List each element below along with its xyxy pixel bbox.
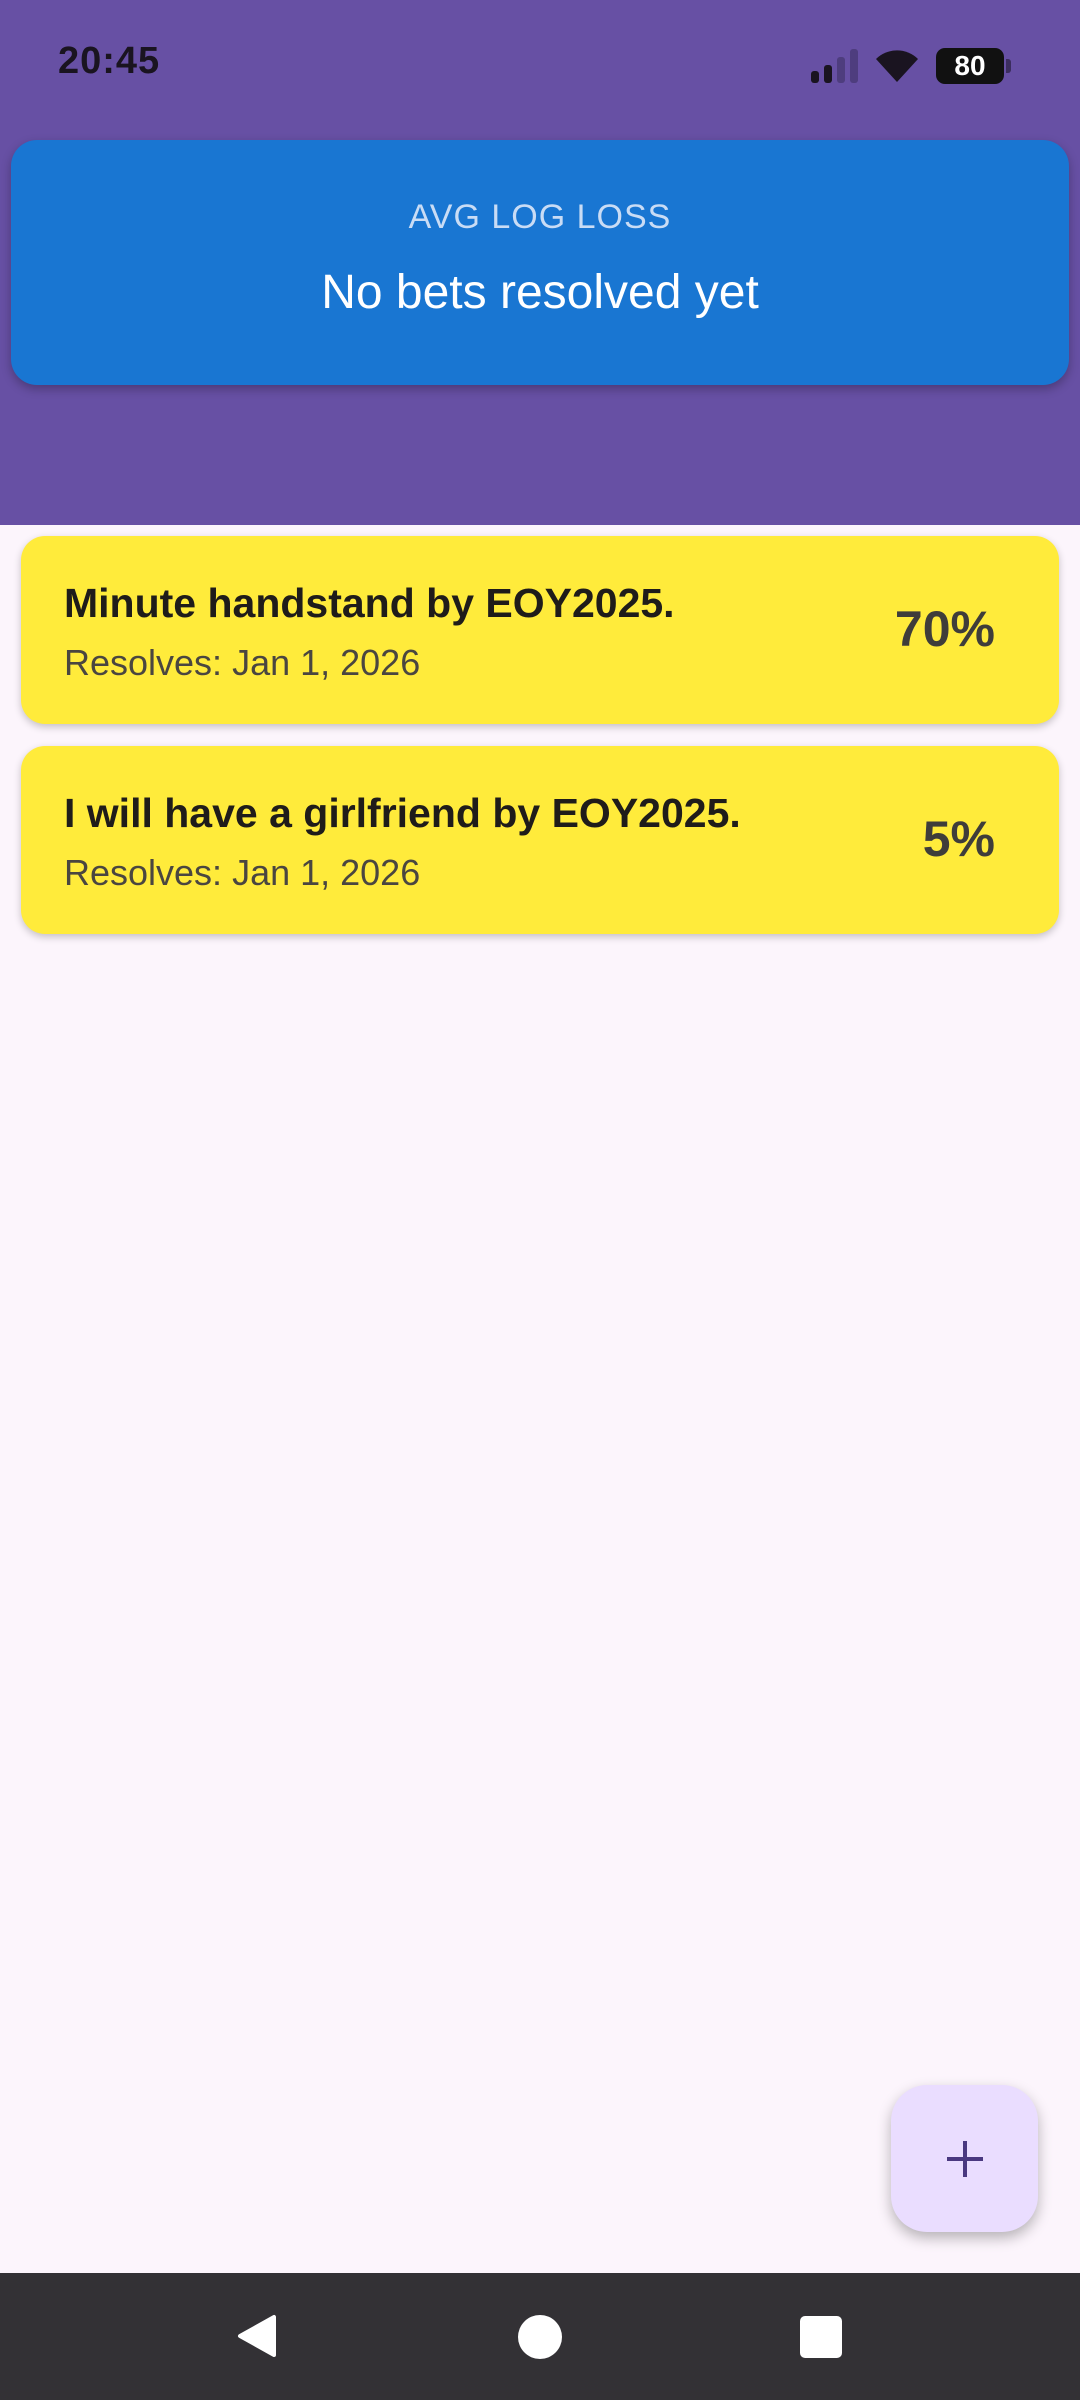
back-icon[interactable] xyxy=(234,2313,280,2359)
bet-probability: 70% xyxy=(894,601,995,657)
battery-level: 80 xyxy=(954,50,986,81)
signal-icon xyxy=(811,49,858,83)
bet-title: I will have a girlfriend by EOY2025. xyxy=(64,790,741,836)
status-time: 20:45 xyxy=(58,40,161,82)
status-bar: 20:45 80 xyxy=(0,0,1080,130)
battery-icon: 80 xyxy=(936,48,1011,84)
app-screen: 20:45 80 AVG LOG LOSS No bets resolved y… xyxy=(0,0,1080,2400)
avg-log-loss-label: AVG LOG LOSS xyxy=(408,198,672,236)
bet-resolve-date: Resolves: Jan 1, 2026 xyxy=(64,642,421,683)
navigation-bar xyxy=(0,2273,1080,2400)
wifi-icon xyxy=(876,50,918,82)
plus-icon xyxy=(946,2140,983,2177)
bet-list: Minute handstand by EOY2025. Resolves: J… xyxy=(21,536,1059,956)
bet-title: Minute handstand by EOY2025. xyxy=(64,580,675,626)
recents-icon[interactable] xyxy=(800,2316,842,2358)
bet-probability: 5% xyxy=(922,811,995,867)
bet-resolve-date: Resolves: Jan 1, 2026 xyxy=(64,852,421,893)
add-bet-button[interactable] xyxy=(891,2085,1038,2232)
home-icon[interactable] xyxy=(518,2315,562,2359)
bet-card[interactable]: I will have a girlfriend by EOY2025. Res… xyxy=(21,746,1059,934)
header: 20:45 80 AVG LOG LOSS No bets resolved y… xyxy=(0,0,1080,525)
avg-log-loss-value: No bets resolved yet xyxy=(321,266,759,319)
avg-log-loss-card: AVG LOG LOSS No bets resolved yet xyxy=(11,140,1069,385)
status-icons: 80 xyxy=(811,44,1011,88)
bet-card[interactable]: Minute handstand by EOY2025. Resolves: J… xyxy=(21,536,1059,724)
